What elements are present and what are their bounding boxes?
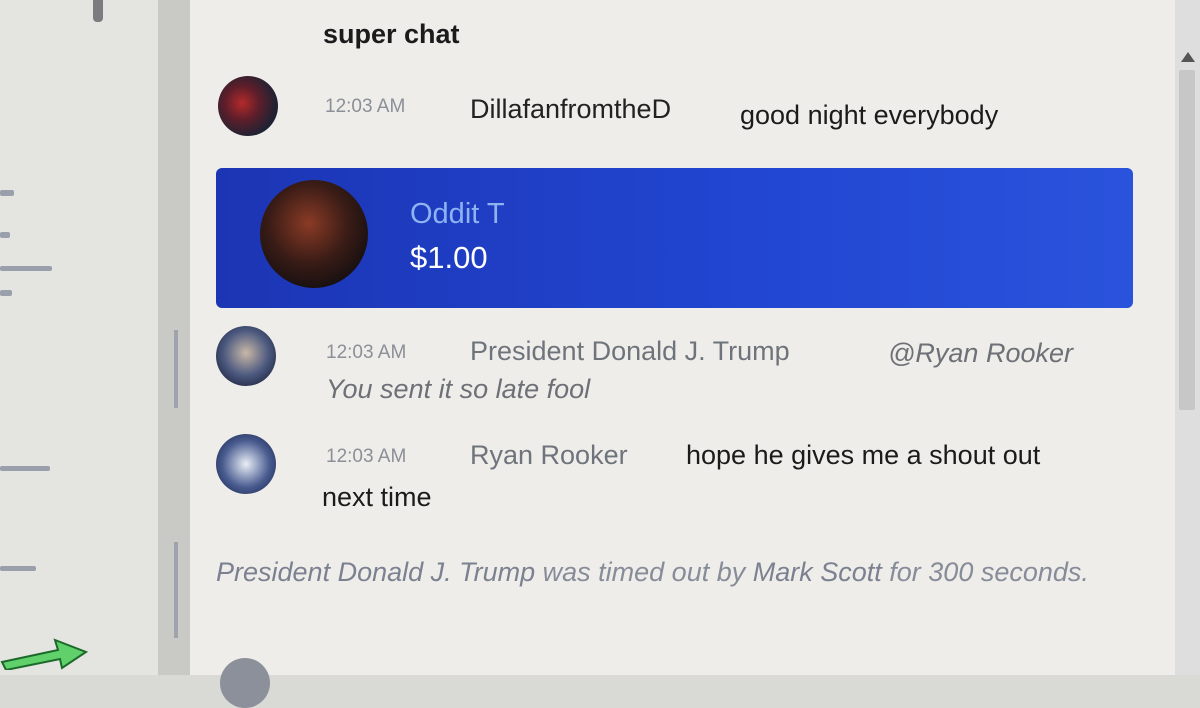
- chat-message: 12:03 AM: [325, 96, 405, 118]
- system-message: President Donald J. Trump was timed out …: [216, 552, 1156, 593]
- timestamp: 12:03 AM: [325, 96, 406, 117]
- superchat-amount: $1.00: [410, 240, 488, 275]
- message-text: super chat: [323, 19, 460, 49]
- timestamp: 12:03 AM: [326, 342, 407, 363]
- system-tail: for 300 seconds.: [881, 557, 1089, 587]
- oddit-avatar[interactable]: [260, 180, 368, 288]
- selection-bar: [174, 542, 178, 638]
- author-name[interactable]: President Donald J. Trump: [470, 336, 790, 367]
- rooker-avatar[interactable]: [216, 434, 276, 494]
- left-panel-mark: [0, 232, 10, 238]
- timestamp: 12:03 AM: [326, 446, 407, 467]
- selection-bar: [174, 330, 178, 408]
- scroll-thumb[interactable]: [1179, 70, 1195, 410]
- avatar: [220, 658, 270, 708]
- trump-avatar[interactable]: [216, 326, 276, 386]
- mention[interactable]: @Ryan Rooker: [888, 338, 1073, 369]
- left-panel-mark: [0, 566, 36, 571]
- arrow-icon: [0, 638, 89, 670]
- chat-scrollbar[interactable]: [1175, 0, 1200, 675]
- message-text-cont: next time: [322, 482, 432, 512]
- message-text: hope he gives me a shout out: [686, 440, 1041, 470]
- system-action: was timed out by: [535, 557, 753, 587]
- author-name[interactable]: DillafanfromtheD: [470, 94, 671, 125]
- author-name[interactable]: Ryan Rooker: [470, 440, 628, 471]
- left-panel-mark: [0, 266, 52, 271]
- left-panel: [0, 0, 158, 675]
- message-text: You sent it so late fool: [326, 374, 591, 404]
- system-moderator[interactable]: Mark Scott: [753, 557, 882, 587]
- left-panel-mark: [0, 466, 50, 471]
- left-scroll-thumb[interactable]: [93, 0, 103, 22]
- superchat-author[interactable]: Oddit T: [410, 198, 505, 231]
- dillafan-avatar[interactable]: [218, 76, 278, 136]
- left-panel-mark: [0, 290, 12, 296]
- system-subject[interactable]: President Donald J. Trump: [216, 557, 535, 587]
- left-panel-mark: [0, 190, 14, 196]
- scroll-up-icon[interactable]: [1181, 52, 1195, 62]
- superchat-card: Oddit T $1.00: [216, 168, 1133, 308]
- message-text: good night everybody: [740, 100, 999, 130]
